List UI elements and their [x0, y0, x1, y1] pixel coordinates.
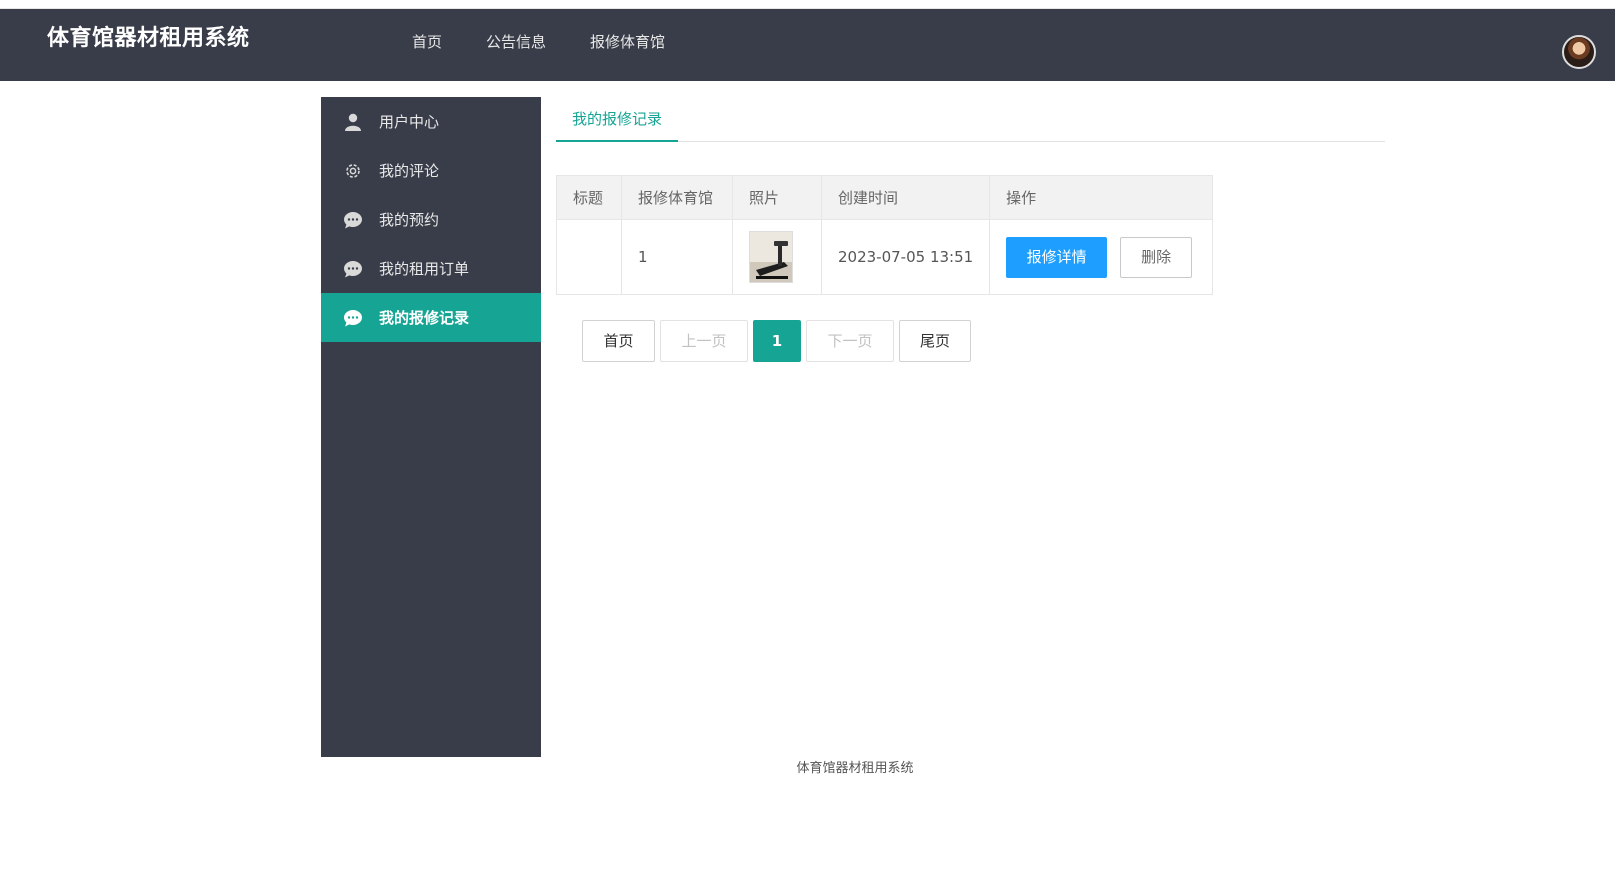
cell-photo — [732, 219, 822, 295]
sidebar-item-my-reservations[interactable]: 我的预约 — [321, 195, 541, 244]
column-header-actions: 操作 — [989, 175, 1214, 220]
tab-my-repair-records[interactable]: 我的报修记录 — [556, 97, 679, 142]
tab-bar: 我的报修记录 — [556, 97, 1385, 142]
sidebar-item-my-rental-orders[interactable]: 我的租用订单 — [321, 244, 541, 293]
cell-gym: 1 — [621, 219, 733, 295]
sidebar-item-my-comments[interactable]: 我的评论 — [321, 146, 541, 195]
column-header-title: 标题 — [556, 175, 622, 220]
site-title: 体育馆器材租用系统 — [47, 26, 250, 51]
table-row: 1 2023-07-05 13:51 报修详情 删除 — [556, 219, 1214, 295]
gear-icon — [343, 161, 363, 181]
sidebar-item-label: 我的预约 — [379, 211, 440, 229]
browser-top-strip — [0, 0, 1615, 9]
pagination-first-button[interactable]: 首页 — [582, 320, 655, 362]
cell-created-time: 2023-07-05 13:51 — [820, 219, 991, 295]
user-icon — [343, 112, 363, 132]
repair-records-table: 标题 报修体育馆 照片 创建时间 操作 1 2023-07-05 13:51 报… — [556, 175, 1214, 295]
pagination: 首页 上一页 1 下一页 尾页 — [582, 320, 976, 362]
cell-actions: 报修详情 删除 — [989, 219, 1214, 295]
nav-home[interactable]: 首页 — [390, 9, 464, 81]
chat-bubble-icon — [343, 210, 363, 230]
sidebar-item-label: 我的评论 — [379, 162, 440, 180]
sidebar-item-label: 我的报修记录 — [379, 309, 470, 327]
top-nav: 首页 公告信息 报修体育馆 — [390, 9, 687, 81]
treadmill-photo[interactable] — [749, 231, 793, 283]
pagination-prev-button[interactable]: 上一页 — [660, 320, 748, 362]
sidebar-item-my-repair-records[interactable]: 我的报修记录 — [321, 293, 541, 342]
nav-report-repair[interactable]: 报修体育馆 — [568, 9, 687, 81]
sidebar-item-label: 用户中心 — [379, 113, 440, 131]
table-header-row: 标题 报修体育馆 照片 创建时间 操作 — [556, 175, 1214, 220]
column-header-created-time: 创建时间 — [820, 175, 991, 220]
column-header-photo: 照片 — [732, 175, 822, 220]
chat-bubble-icon — [343, 308, 363, 328]
sidebar: 用户中心 我的评论 我的预约 我的租用订单 我的报修记录 — [321, 97, 541, 757]
chat-bubble-icon — [343, 259, 363, 279]
sidebar-item-label: 我的租用订单 — [379, 260, 470, 278]
footer-text: 体育馆器材租用系统 — [796, 761, 914, 776]
repair-detail-button[interactable]: 报修详情 — [1006, 236, 1108, 278]
sidebar-item-user-center[interactable]: 用户中心 — [321, 97, 541, 146]
nav-announcements[interactable]: 公告信息 — [464, 9, 568, 81]
delete-button[interactable]: 删除 — [1120, 236, 1193, 278]
pagination-current-page[interactable]: 1 — [753, 320, 801, 362]
user-avatar[interactable] — [1562, 35, 1596, 69]
pagination-next-button[interactable]: 下一页 — [806, 320, 894, 362]
pagination-last-button[interactable]: 尾页 — [899, 320, 971, 362]
column-header-gym: 报修体育馆 — [621, 175, 733, 220]
top-header: 体育馆器材租用系统 首页 公告信息 报修体育馆 — [0, 9, 1615, 81]
cell-title — [556, 219, 622, 295]
